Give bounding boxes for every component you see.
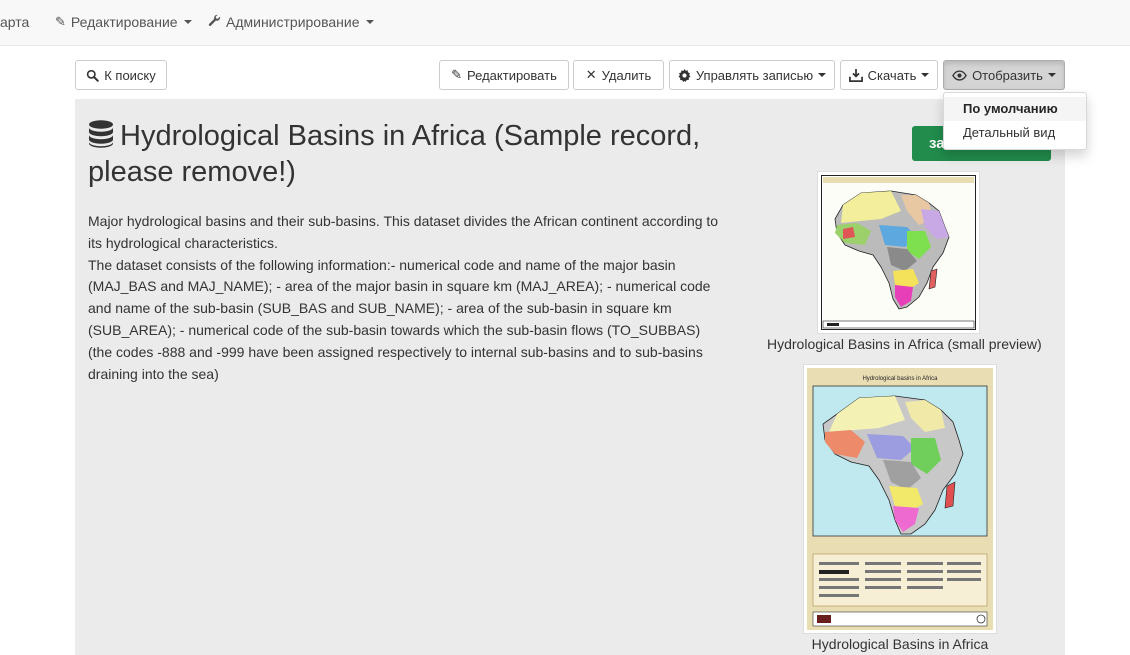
small-preview-caption: Hydrological Basins in Africa (small pre… <box>767 336 1042 352</box>
edit-button-label: Редактировать <box>467 67 557 83</box>
top-navbar: арта ✎ Редактирование Администрирование <box>0 0 1130 46</box>
caret-down-icon <box>818 73 827 77</box>
display-label: Отобразить <box>972 67 1043 83</box>
nav-item-edit[interactable]: ✎ Редактирование <box>55 14 192 30</box>
description-paragraph: Major hydrological basins and their sub-… <box>88 213 719 251</box>
nav-item-admin[interactable]: Администрирование <box>208 14 374 30</box>
small-preview-thumbnail[interactable] <box>817 171 980 334</box>
download-icon <box>848 68 863 82</box>
caret-down-icon <box>183 20 192 24</box>
large-preview-thumbnail[interactable]: Hydrological basins in Africa <box>803 364 997 634</box>
caret-down-icon <box>921 73 930 77</box>
pencil-icon: ✎ <box>451 67 463 82</box>
eye-icon <box>952 69 967 81</box>
gear-icon <box>678 68 691 82</box>
dropdown-item-detailed[interactable]: Детальный вид <box>944 121 1086 145</box>
database-icon <box>88 120 114 156</box>
download-button[interactable]: Скачать <box>840 60 938 90</box>
delete-button-label: Удалить <box>601 67 652 83</box>
nav-item-map[interactable]: арта <box>0 14 29 30</box>
close-icon: ✕ <box>585 67 597 82</box>
manage-record-label: Управлять записью <box>695 67 814 83</box>
map-header-text: Hydrological basins in Africa <box>862 376 938 382</box>
back-to-search-button[interactable]: К поиску <box>75 60 167 90</box>
caret-down-icon <box>1047 73 1056 77</box>
edit-button[interactable]: ✎ Редактировать <box>439 60 569 90</box>
page-title: Hydrological Basins in Africa (Sample re… <box>88 120 728 189</box>
record-description: Major hydrological basins and their sub-… <box>88 211 723 385</box>
caret-down-icon <box>365 20 374 24</box>
manage-record-button[interactable]: Управлять записью <box>669 60 835 90</box>
nav-map-label: арта <box>0 14 30 30</box>
display-dropdown-menu: По умолчанию Детальный вид <box>943 92 1087 150</box>
back-to-search-label: К поиску <box>104 67 156 83</box>
display-button[interactable]: Отобразить <box>943 60 1065 90</box>
africa-map-large-image: Hydrological basins in Africa <box>807 368 993 630</box>
nav-edit-label: Редактирование <box>70 14 178 30</box>
download-label: Скачать <box>867 67 917 83</box>
delete-button[interactable]: ✕ Удалить <box>573 60 664 90</box>
search-icon <box>86 69 99 82</box>
record-title: Hydrological Basins in Africa (Sample re… <box>88 120 701 188</box>
large-preview-caption: Hydrological Basins in Africa <box>811 636 989 652</box>
description-paragraph: The dataset consists of the following in… <box>88 256 711 382</box>
nav-admin-label: Администрирование <box>226 14 360 30</box>
wrench-icon <box>208 14 221 30</box>
pencil-icon: ✎ <box>55 14 66 29</box>
africa-map-small-image <box>820 174 977 331</box>
dropdown-item-default[interactable]: По умолчанию <box>944 97 1086 121</box>
